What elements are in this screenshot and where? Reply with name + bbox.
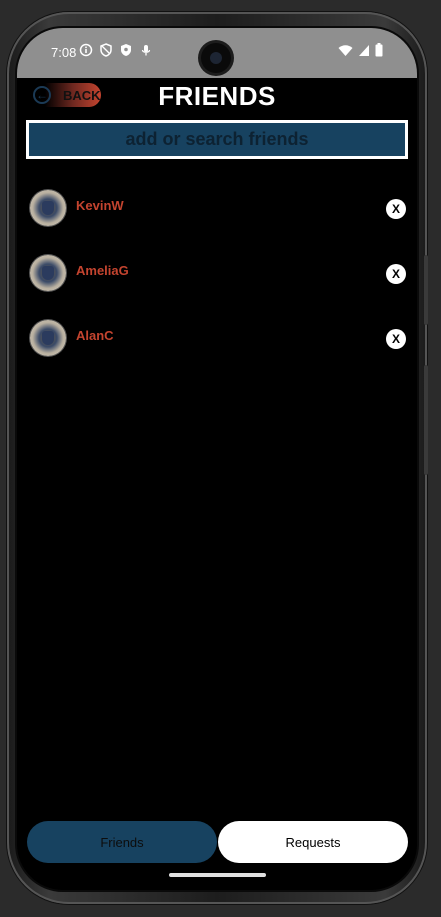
tab-friends[interactable]: Friends (27, 821, 217, 863)
remove-friend-button[interactable]: X (386, 199, 406, 219)
friend-name: AmeliaG (76, 263, 129, 278)
info-icon (79, 43, 93, 57)
page-title: FRIENDS (158, 81, 276, 111)
friend-name: KevinW (76, 198, 124, 213)
friend-name: AlanC (76, 328, 114, 343)
home-indicator[interactable] (169, 873, 266, 877)
friend-list-item[interactable]: AmeliaG X (30, 255, 406, 295)
status-time: 7:08 (51, 45, 77, 60)
wifi-icon (338, 44, 353, 56)
avatar (30, 190, 66, 226)
status-icons-left (79, 43, 153, 57)
status-icons-right (338, 43, 383, 57)
signal-icon (359, 44, 369, 56)
battery-icon (375, 43, 383, 57)
friend-list-item[interactable]: KevinW X (30, 190, 406, 230)
remove-friend-button[interactable]: X (386, 329, 406, 349)
volume-button (424, 255, 428, 325)
search-input[interactable] (26, 120, 408, 159)
mic-icon (141, 45, 151, 56)
avatar (30, 320, 66, 356)
friend-list-item[interactable]: AlanC X (30, 320, 406, 360)
phone-screen: 7:08 ← BACK FRIENDS KevinW X AmeliaG X A… (17, 28, 417, 890)
front-camera (201, 43, 231, 73)
tab-requests[interactable]: Requests (218, 821, 408, 863)
status-bar: 7:08 (17, 28, 417, 78)
avatar (30, 255, 66, 291)
shield-outline-icon (100, 43, 112, 57)
remove-friend-button[interactable]: X (386, 264, 406, 284)
shield-icon (121, 44, 131, 56)
power-button (424, 365, 428, 475)
